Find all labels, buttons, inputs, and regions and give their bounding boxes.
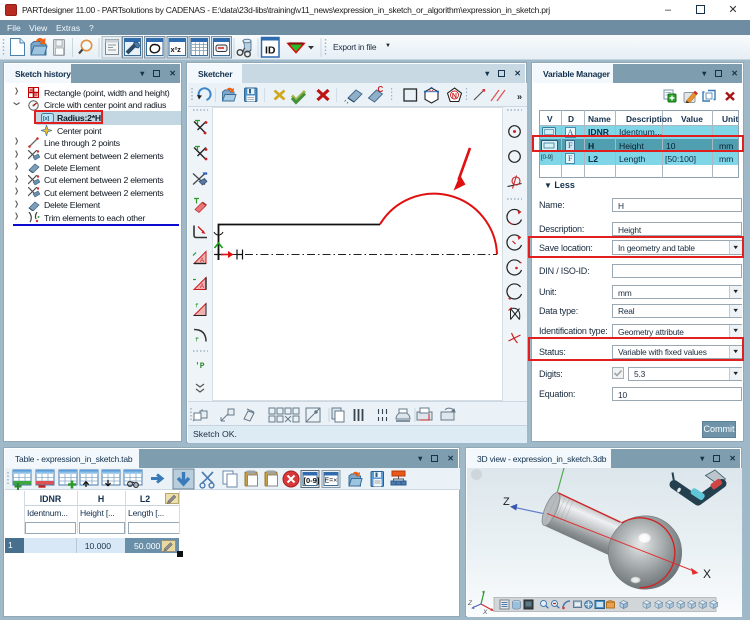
svg-text:»: »	[517, 92, 522, 102]
svg-text:Z: Z	[503, 496, 510, 508]
svg-text:f: f	[195, 337, 199, 344]
svg-text:x²z: x²z	[171, 45, 182, 54]
svg-text:A: A	[200, 258, 204, 264]
svg-text:[0-9]: [0-9]	[304, 476, 320, 485]
svg-text:C: C	[378, 85, 384, 94]
svg-text:E=×: E=×	[325, 478, 338, 485]
svg-text:ID: ID	[265, 45, 276, 57]
svg-text:A: A	[200, 284, 204, 290]
svg-text:X: X	[703, 567, 711, 581]
svg-text:N: N	[452, 93, 457, 100]
svg-text:X: X	[482, 609, 488, 616]
svg-text:'P: 'P	[195, 362, 205, 371]
svg-text:f: f	[195, 303, 199, 310]
